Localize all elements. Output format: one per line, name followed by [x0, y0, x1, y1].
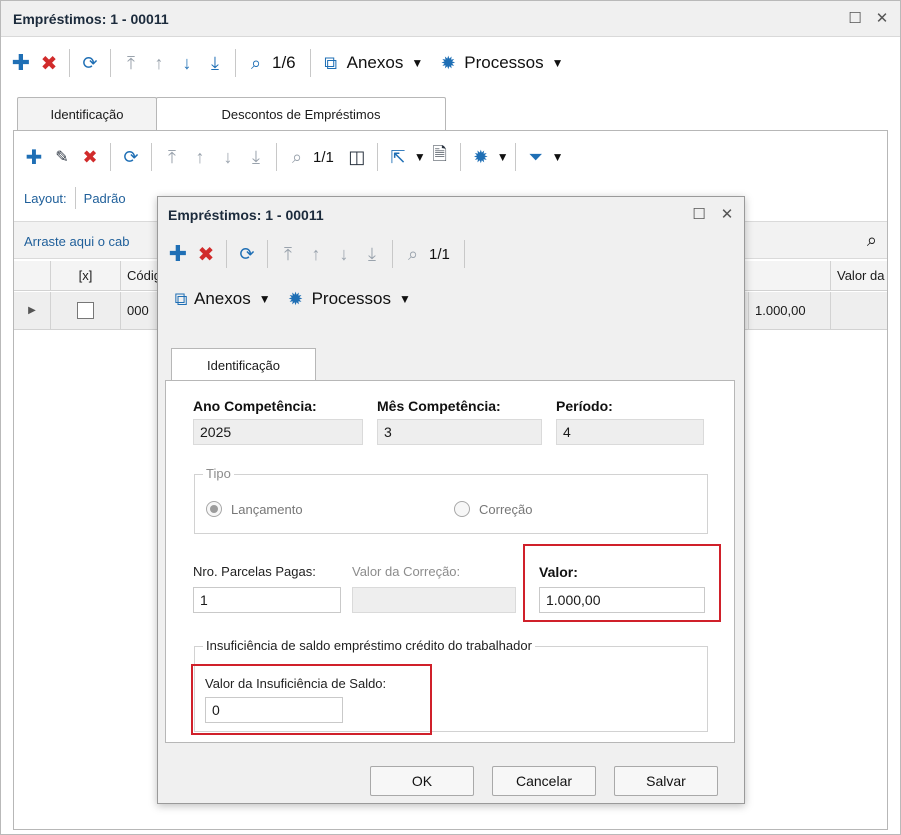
- export-dropdown-icon[interactable]: ▼: [414, 150, 426, 164]
- last-record-icon[interactable]: ⤓: [204, 50, 226, 76]
- paperclip-icon[interactable]: ⧉: [320, 50, 342, 76]
- ok-button[interactable]: OK: [370, 766, 474, 796]
- export-icon[interactable]: ⇱: [387, 144, 409, 170]
- search-icon[interactable]: ⌕: [402, 241, 424, 267]
- attachments-dropdown-icon[interactable]: ▼: [259, 292, 271, 306]
- window-title: Empréstimos: 1 - 00011: [13, 10, 169, 27]
- main-titlebar: Empréstimos: 1 - 00011 ☐ ✕: [1, 1, 900, 37]
- close-icon[interactable]: ✕: [718, 205, 736, 223]
- next-record-icon[interactable]: ↓: [333, 241, 355, 267]
- dialog-toolbar: ✚ ✖ ⟳ ⤒ ↑ ↓ ⤓ ⌕ 1/1: [164, 240, 471, 268]
- previous-record-icon[interactable]: ↑: [189, 144, 211, 170]
- group-by-hint: Arraste aqui o cab: [24, 234, 130, 249]
- column-value[interactable]: Valor da: [830, 261, 890, 290]
- gear-icon[interactable]: ✹: [285, 286, 307, 312]
- dialog-toolbar-2: ⧉ Anexos ▼ ✹ Processos ▼: [170, 286, 411, 312]
- search-icon[interactable]: ⌕: [245, 50, 267, 76]
- first-record-icon[interactable]: ⤒: [277, 241, 299, 267]
- radio-lancamento[interactable]: [206, 501, 222, 517]
- gear-icon[interactable]: ✹: [437, 50, 459, 76]
- search-icon[interactable]: ⌕: [867, 230, 877, 251]
- processes-dropdown-icon[interactable]: ▼: [552, 56, 564, 70]
- cancel-button[interactable]: Cancelar: [492, 766, 596, 796]
- dialog-toolbar-panel: ✚ ✖ ⟳ ⤒ ↑ ↓ ⤓ ⌕ 1/1 ⧉ Anexos ▼ ✹ Process…: [164, 231, 740, 347]
- next-record-icon[interactable]: ↓: [217, 144, 239, 170]
- processes-button[interactable]: Processos: [312, 289, 391, 309]
- document-icon[interactable]: 🗎: [429, 144, 451, 170]
- maximize-icon[interactable]: ☐: [846, 9, 864, 27]
- insuficiencia-highlight: [191, 664, 432, 735]
- dialog-title: Empréstimos: 1 - 00011: [168, 207, 324, 223]
- valor-correcao-field[interactable]: [352, 587, 516, 613]
- attachments-button[interactable]: Anexos: [347, 53, 404, 73]
- mes-field[interactable]: 3: [377, 419, 542, 445]
- inner-record-counter: 1/1: [313, 148, 334, 166]
- radio-lancamento-label[interactable]: Lançamento: [231, 502, 303, 517]
- processes-button[interactable]: Processos: [464, 53, 543, 73]
- layout-bar: Layout: Padrão: [24, 187, 126, 209]
- save-button[interactable]: Salvar: [614, 766, 718, 796]
- ano-label: Ano Competência:: [193, 398, 317, 414]
- column-select[interactable]: [x]: [50, 261, 120, 290]
- ano-field[interactable]: 2025: [193, 419, 363, 445]
- columns-icon[interactable]: ◫: [346, 144, 368, 170]
- attachments-button[interactable]: Anexos: [194, 289, 251, 309]
- previous-record-icon[interactable]: ↑: [305, 241, 327, 267]
- delete-icon[interactable]: ✖: [79, 144, 101, 170]
- parcelas-label: Nro. Parcelas Pagas:: [193, 564, 316, 579]
- tab-identificacao[interactable]: Identificação: [17, 97, 157, 130]
- periodo-field[interactable]: 4: [556, 419, 704, 445]
- row-indicator-icon: ▶: [28, 305, 36, 316]
- parcelas-field[interactable]: 1: [193, 587, 341, 613]
- tab-identificacao[interactable]: Identificação: [171, 348, 316, 381]
- add-icon[interactable]: ✚: [167, 241, 189, 267]
- delete-icon[interactable]: ✖: [195, 241, 217, 267]
- delete-icon[interactable]: ✖: [38, 50, 60, 76]
- refresh-icon[interactable]: ⟳: [79, 50, 101, 76]
- row-checkbox[interactable]: [77, 302, 94, 319]
- filter-dropdown-icon[interactable]: ▼: [552, 150, 564, 164]
- filter-icon[interactable]: ⏷: [525, 144, 547, 170]
- paperclip-icon[interactable]: ⧉: [170, 286, 192, 312]
- last-record-icon[interactable]: ⤓: [361, 241, 383, 267]
- layout-label: Layout:: [24, 190, 67, 206]
- edit-icon[interactable]: ✎: [51, 144, 73, 170]
- add-icon[interactable]: ✚: [23, 144, 45, 170]
- gear-icon[interactable]: ✹: [470, 144, 492, 170]
- emprestimo-dialog: Empréstimos: 1 - 00011 ☐ ✕ ✚ ✖ ⟳ ⤒ ↑ ↓ ⤓…: [157, 196, 745, 804]
- first-record-icon[interactable]: ⤒: [120, 50, 142, 76]
- main-tabstrip: Identificação Descontos de Empréstimos: [17, 97, 888, 131]
- last-record-icon[interactable]: ⤓: [245, 144, 267, 170]
- next-record-icon[interactable]: ↓: [176, 50, 198, 76]
- refresh-icon[interactable]: ⟳: [120, 144, 142, 170]
- periodo-label: Período:: [556, 398, 613, 414]
- main-toolbar: ✚ ✖ ⟳ ⤒ ↑ ↓ ⤓ ⌕ 1/6 ⧉ Anexos ▼ ✹ Process…: [7, 49, 564, 77]
- processes-dropdown-icon[interactable]: ▼: [399, 292, 411, 306]
- dialog-form: Ano Competência: 2025 Mês Competência: 3…: [165, 380, 735, 743]
- radio-correcao[interactable]: [454, 501, 470, 517]
- inner-toolbar: ✚ ✎ ✖ ⟳ ⤒ ↑ ↓ ⤓ ⌕ 1/1 ◫ ⇱ ▼ 🗎 ✹ ▼ ⏷ ▼: [20, 143, 564, 171]
- previous-record-icon[interactable]: ↑: [148, 50, 170, 76]
- record-counter: 1/6: [272, 53, 296, 72]
- add-icon[interactable]: ✚: [10, 50, 32, 76]
- search-icon[interactable]: ⌕: [286, 144, 308, 170]
- mes-label: Mês Competência:: [377, 398, 501, 414]
- dialog-record-counter: 1/1: [429, 245, 450, 263]
- tipo-group: Tipo Lançamento Correção: [194, 466, 708, 534]
- layout-value[interactable]: Padrão: [84, 191, 126, 206]
- tab-descontos[interactable]: Descontos de Empréstimos: [156, 97, 446, 131]
- tipo-legend: Tipo: [203, 466, 234, 481]
- row-amount: 1.000,00: [748, 292, 830, 329]
- valor-correcao-label: Valor da Correção:: [352, 564, 461, 579]
- valor-highlight: [523, 544, 721, 622]
- first-record-icon[interactable]: ⤒: [161, 144, 183, 170]
- refresh-icon[interactable]: ⟳: [236, 241, 258, 267]
- radio-correcao-label[interactable]: Correção: [479, 502, 532, 517]
- gear-dropdown-icon[interactable]: ▼: [497, 150, 509, 164]
- maximize-icon[interactable]: ☐: [690, 205, 708, 223]
- insuficiencia-legend: Insuficiência de saldo empréstimo crédit…: [203, 638, 535, 653]
- close-icon[interactable]: ✕: [873, 9, 891, 27]
- attachments-dropdown-icon[interactable]: ▼: [411, 56, 423, 70]
